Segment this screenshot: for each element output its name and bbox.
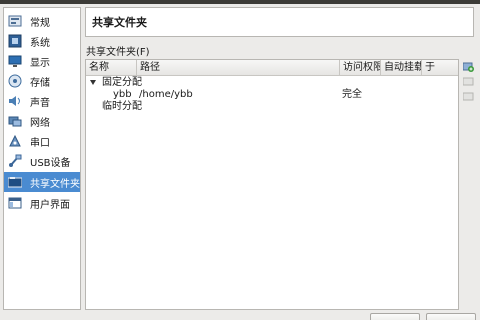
page-title: 共享文件夹 [92,16,147,29]
shared-folder-icon [8,175,22,189]
sidebar-item-user-interface[interactable]: 用户界面 [4,193,80,213]
sidebar-item-label: USB设备 [30,157,71,169]
shared-folders-table[interactable]: 名称 路径 访问权限 自动挂载 于 固定分配 ybb /home/ybb 完全 … [85,59,459,310]
table-row[interactable]: ybb /home/ybb 完全 [86,89,458,101]
cancel-button[interactable] [370,313,420,320]
window-top-edge [0,0,480,4]
display-icon [8,54,22,68]
sidebar-item-storage[interactable]: 存储 [4,71,80,91]
sidebar-item-label: 共享文件夹 [30,178,80,190]
sidebar-item-label: 用户界面 [30,199,70,211]
expand-arrow-icon[interactable] [90,80,96,85]
storage-icon [8,74,22,88]
edit-share-button[interactable] [463,76,474,87]
sidebar-item-label: 声音 [30,97,50,109]
network-icon [8,114,22,128]
remove-folder-icon [463,92,474,101]
share-name: ybb [113,89,132,100]
system-icon [8,34,22,48]
sidebar-item-display[interactable]: 显示 [4,51,80,71]
sidebar-item-label: 显示 [30,57,50,69]
column-header-name[interactable]: 名称 [86,60,137,76]
share-path: /home/ybb [139,89,193,100]
sidebar-item-label: 网络 [30,117,50,129]
sidebar-item-system[interactable]: 系统 [4,31,80,51]
group-row-transient[interactable]: 临时分配 [86,101,458,113]
share-access: 完全 [342,89,362,100]
sidebar-item-label: 串口 [30,137,50,149]
user-interface-icon [8,196,22,210]
group-label: 临时分配 [102,101,142,112]
column-header-at[interactable]: 于 [422,60,458,76]
sidebar-item-shared-folders[interactable]: 共享文件夹 [4,172,80,192]
sidebar-item-label: 常规 [30,17,50,29]
sidebar-item-network[interactable]: 网络 [4,111,80,131]
column-header-access[interactable]: 访问权限 [340,60,381,76]
column-header-path[interactable]: 路径 [137,60,340,76]
serial-port-icon [8,134,22,148]
usb-icon [8,154,22,168]
remove-share-button[interactable] [463,91,474,102]
settings-sidebar: 常规 系统 显示 存储 声音 网络 串口 USB设备 共享文件夹 用户界面 [3,7,81,310]
page-header: 共享文件夹 [85,7,474,37]
add-folder-icon [463,62,474,72]
add-share-button[interactable] [463,61,474,72]
group-label: 固定分配 [102,77,142,88]
sidebar-item-label: 系统 [30,37,50,49]
group-row-permanent[interactable]: 固定分配 [86,77,458,89]
sidebar-item-general[interactable]: 常规 [4,11,80,31]
table-header: 名称 路径 访问权限 自动挂载 于 [86,60,458,76]
column-header-automount[interactable]: 自动挂载 [381,60,422,76]
ok-button[interactable] [426,313,476,320]
general-icon [8,14,22,28]
audio-icon [8,94,22,108]
shared-folders-section-label: 共享文件夹(F) [86,47,150,58]
edit-folder-icon [463,77,474,86]
sidebar-item-label: 存储 [30,77,50,89]
sidebar-item-serial[interactable]: 串口 [4,131,80,151]
sidebar-item-audio[interactable]: 声音 [4,91,80,111]
sidebar-item-usb[interactable]: USB设备 [4,151,80,171]
